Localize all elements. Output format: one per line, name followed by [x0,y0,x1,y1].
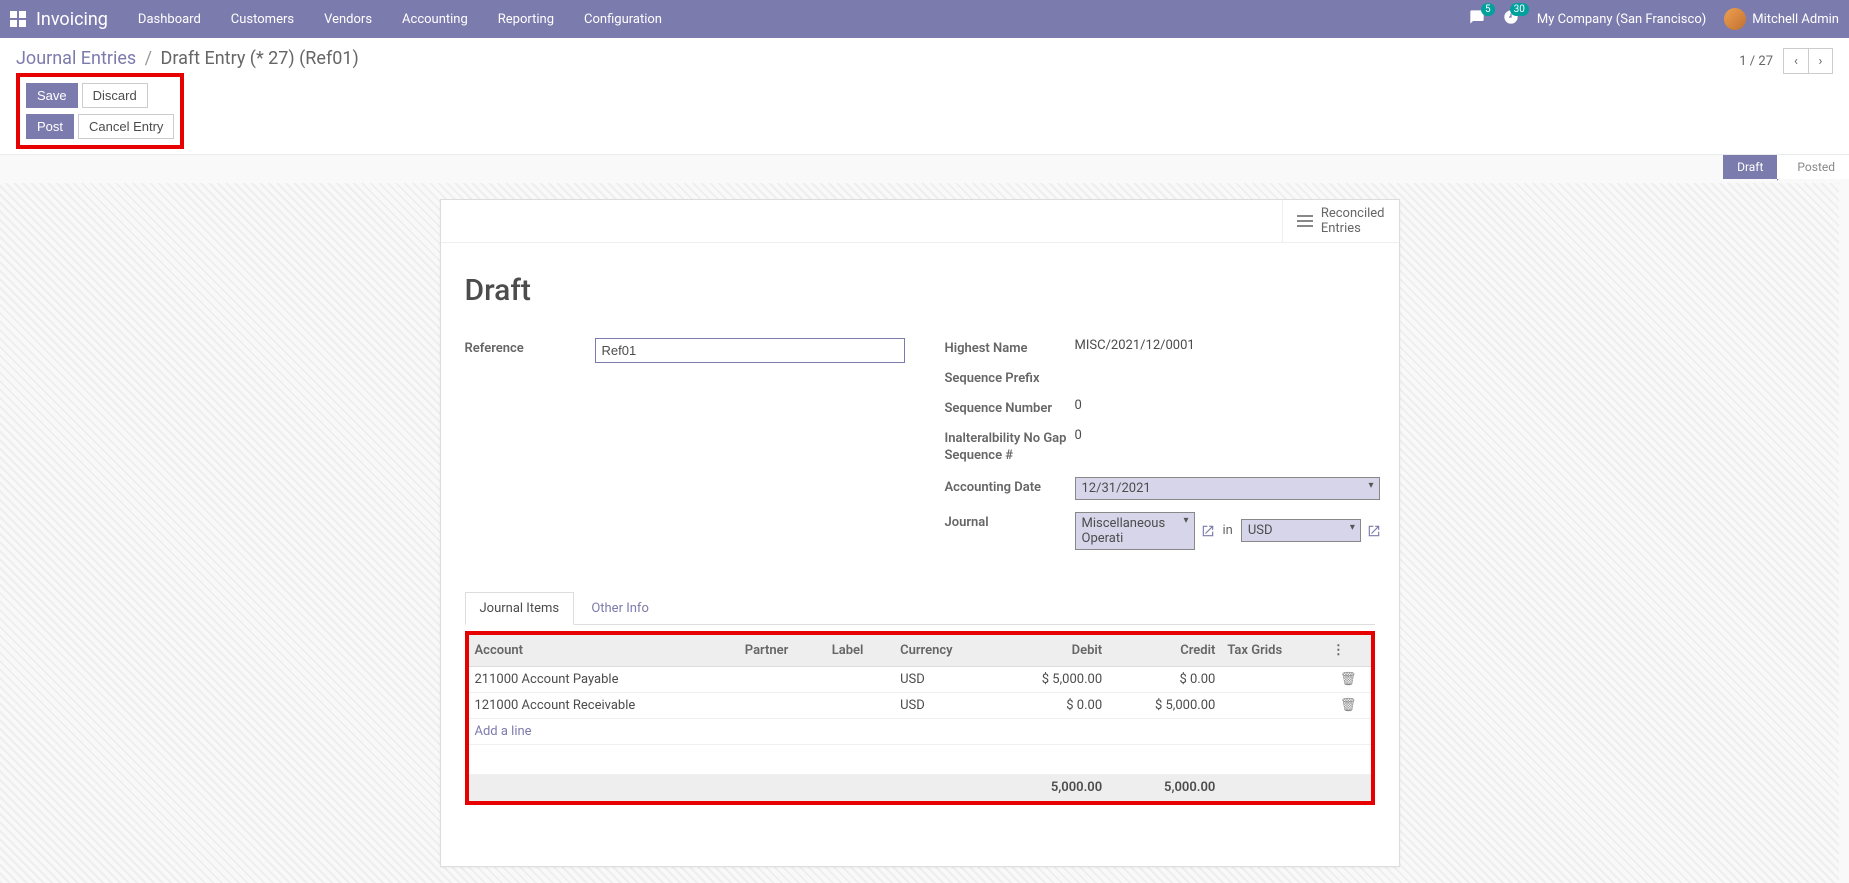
label-journal: Journal [945,512,1075,530]
add-line-link[interactable]: Add a line [469,718,1371,744]
cancel-entry-button[interactable]: Cancel Entry [78,114,174,139]
status-posted[interactable]: Posted [1777,155,1849,179]
th-label: Label [826,635,894,667]
activities-badge: 30 [1510,3,1529,16]
avatar [1724,8,1746,30]
menu-reporting[interactable]: Reporting [498,12,554,27]
reconciled-l2: Entries [1321,221,1385,236]
journal-external-link-icon[interactable] [1201,524,1215,538]
page-title: Draft [465,273,1375,308]
apps-icon[interactable] [10,11,26,27]
delete-row-icon[interactable]: 🗑 [1326,666,1371,692]
total-credit: 5,000.00 [1108,774,1221,800]
user-name: Mitchell Admin [1752,12,1839,27]
accounting-date-input[interactable]: 12/31/2021 [1075,477,1380,500]
menu-configuration[interactable]: Configuration [584,12,662,27]
th-tax-grids: Tax Grids [1221,635,1326,667]
currency-external-link-icon[interactable] [1367,524,1381,538]
list-icon [1297,215,1313,227]
status-draft[interactable]: Draft [1723,155,1777,179]
reconciled-entries-button[interactable]: Reconciled Entries [1282,200,1399,242]
menu-customers[interactable]: Customers [231,12,294,27]
th-currency: Currency [894,635,995,667]
label-reference: Reference [465,338,595,356]
save-button[interactable]: Save [26,83,78,108]
value-sequence-number: 0 [1075,398,1381,413]
total-debit: 5,000.00 [995,774,1108,800]
value-inalter: 0 [1075,428,1381,443]
user-menu[interactable]: Mitchell Admin [1724,8,1839,30]
activities-icon[interactable]: 30 [1503,9,1519,29]
post-button[interactable]: Post [26,114,74,139]
reference-input[interactable] [595,338,905,363]
pager-prev[interactable]: ‹ [1784,49,1808,73]
th-credit: Credit [1108,635,1221,667]
th-debit: Debit [995,635,1108,667]
form-sheet: Reconciled Entries Draft Reference [440,199,1400,867]
menu-dashboard[interactable]: Dashboard [138,12,201,27]
tab-journal-items[interactable]: Journal Items [465,592,575,625]
currency-select[interactable]: USD [1241,519,1361,542]
label-accounting-date: Accounting Date [945,477,1075,495]
company-selector[interactable]: My Company (San Francisco) [1537,12,1706,27]
tab-other-info[interactable]: Other Info [577,593,663,624]
reconciled-l1: Reconciled [1321,206,1385,221]
column-options-icon[interactable]: ⋮ [1326,635,1371,667]
action-buttons-group: Save Discard Post Cancel Entry [16,73,184,149]
menu-vendors[interactable]: Vendors [324,12,372,27]
top-menu: Dashboard Customers Vendors Accounting R… [138,12,1469,27]
pager-next[interactable]: › [1808,49,1832,73]
discard-button[interactable]: Discard [82,83,148,108]
journal-select[interactable]: Miscellaneous Operati [1075,512,1195,550]
breadcrumb-current: Draft Entry (* 27) (Ref01) [161,48,359,69]
table-row[interactable]: 121000 Account Receivable USD $ 0.00 $ 5… [469,692,1371,718]
label-inalter: Inalteralbility No Gap Sequence # [945,428,1075,465]
delete-row-icon[interactable]: 🗑 [1326,692,1371,718]
label-sequence-number: Sequence Number [945,398,1075,416]
table-row[interactable]: 211000 Account Payable USD $ 5,000.00 $ … [469,666,1371,692]
value-highest-name: MISC/2021/12/0001 [1075,338,1381,353]
pager-text: 1 / 27 [1739,54,1773,69]
messages-icon[interactable]: 5 [1469,9,1485,29]
label-sequence-prefix: Sequence Prefix [945,368,1075,386]
breadcrumb-parent[interactable]: Journal Entries [16,48,136,69]
app-name: Invoicing [36,9,108,30]
th-account: Account [469,635,739,667]
in-word: in [1223,523,1233,538]
label-highest-name: Highest Name [945,338,1075,356]
messages-badge: 5 [1481,3,1495,16]
breadcrumb: Journal Entries / Draft Entry (* 27) (Re… [16,48,359,69]
journal-items-table: Account Partner Label Currency Debit Cre… [469,635,1371,801]
menu-accounting[interactable]: Accounting [402,12,468,27]
th-partner: Partner [739,635,826,667]
